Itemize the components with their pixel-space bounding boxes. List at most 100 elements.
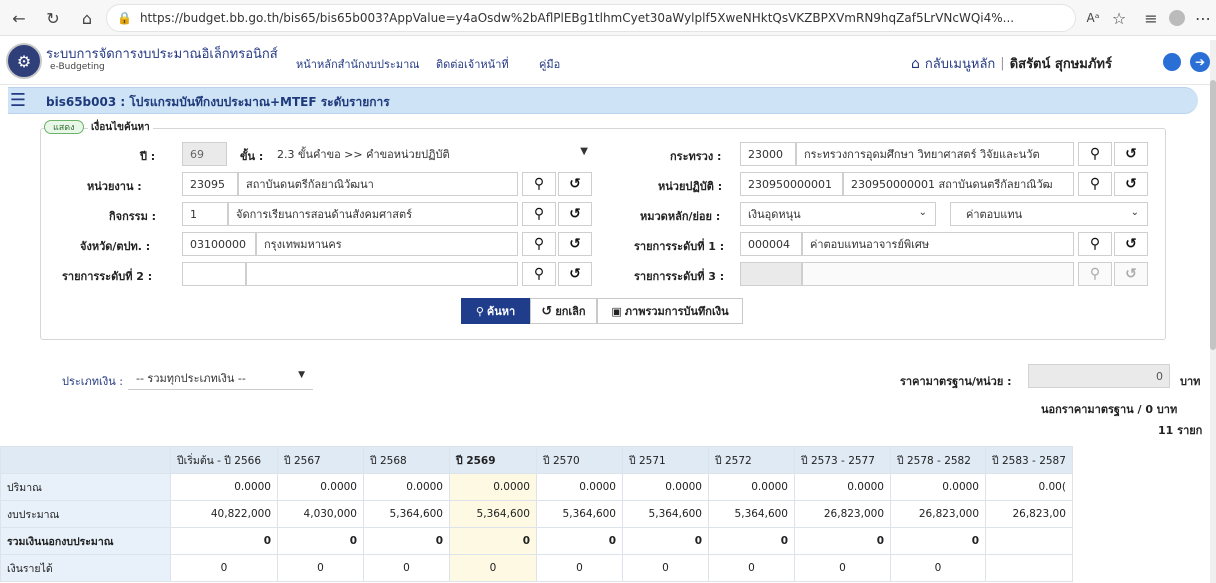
unit-name-field[interactable]: 230950000001 สถาบันดนตรีกัลยาณิวัฒ bbox=[843, 172, 1074, 196]
item3-code-field[interactable] bbox=[740, 262, 802, 286]
table-cell bbox=[985, 554, 1073, 582]
activity-name-field[interactable]: จัดการเรียนการสอนด้านสังคมศาสตร์ bbox=[228, 202, 518, 226]
table-cell: 0.0000 bbox=[536, 473, 623, 501]
agency-reset-icon[interactable]: ↺ bbox=[558, 172, 592, 196]
home-icon[interactable]: ⌂ bbox=[76, 7, 98, 29]
profile-icon[interactable] bbox=[1166, 7, 1188, 29]
table-cell: 5,364,600 bbox=[536, 500, 623, 528]
item1-search-icon[interactable]: ⚲ bbox=[1078, 232, 1112, 256]
table-header: ปีเริ่มต้น - ปี 2566 bbox=[170, 446, 278, 474]
standard-price-field: 0 bbox=[1028, 364, 1170, 388]
year-label: ปี : bbox=[140, 150, 156, 163]
item1-name-field[interactable]: ค่าตอบแทนอาจารย์พิเศษ bbox=[802, 232, 1074, 256]
agency-code-field[interactable]: 23095 bbox=[182, 172, 238, 196]
table-cell: 0 bbox=[363, 527, 450, 555]
ministry-code-field[interactable]: 23000 bbox=[740, 142, 796, 166]
table-cell: 0 bbox=[622, 554, 709, 582]
back-icon[interactable]: ← bbox=[8, 7, 30, 29]
favorite-star-icon[interactable]: ☆ bbox=[1108, 7, 1130, 29]
table-header-row: ปีเริ่มต้น - ปี 2566 ปี 2567 ปี 2568 ปี … bbox=[0, 446, 1073, 474]
table-cell: 0.0000 bbox=[277, 473, 364, 501]
activity-label: กิจกรรม : bbox=[109, 210, 157, 223]
nav-manual[interactable]: คู่มือ bbox=[539, 55, 560, 73]
row-label: ปริมาณ bbox=[0, 473, 171, 501]
item2-reset-icon[interactable]: ↺ bbox=[558, 262, 592, 286]
url-text: https://budget.bb.go.th/bis65/bis65b003?… bbox=[139, 11, 1015, 25]
step-label: ขั้น : bbox=[240, 150, 264, 163]
item3-search-icon[interactable]: ⚲ bbox=[1078, 262, 1112, 286]
item2-name-field[interactable] bbox=[246, 262, 518, 286]
page-title: bis65b003 : โปรแกรมบันทึกงบประมาณ+MTEF ร… bbox=[46, 95, 390, 109]
item1-reset-icon[interactable]: ↺ bbox=[1114, 232, 1148, 256]
activity-reset-icon[interactable]: ↺ bbox=[558, 202, 592, 226]
dropdown-arrow-icon: ▼ bbox=[580, 146, 588, 157]
vertical-scrollbar[interactable] bbox=[1210, 40, 1216, 583]
table-row: รวมเงินนอกงบประมาณ 0 0 0 0 0 0 0 0 0 bbox=[0, 527, 1073, 555]
step-select[interactable]: 2.3 ขั้นคำขอ >> คำขอหน่วยปฏิบัติ ▼ bbox=[270, 142, 596, 166]
agency-name-field[interactable]: สถาบันดนตรีกัลยาณิวัฒนา bbox=[238, 172, 518, 196]
item3-reset-icon[interactable]: ↺ bbox=[1114, 262, 1148, 286]
category-sub-select[interactable]: ค่าตอบแทน ⌄ bbox=[950, 202, 1148, 226]
table-header: ปี 2578 - 2582 bbox=[890, 446, 986, 474]
logout-icon[interactable]: ➔ bbox=[1190, 52, 1210, 72]
item2-search-icon[interactable]: ⚲ bbox=[522, 262, 556, 286]
table-cell: 5,364,600 bbox=[449, 500, 537, 528]
ministry-search-icon[interactable]: ⚲ bbox=[1078, 142, 1112, 166]
item2-code-field[interactable] bbox=[182, 262, 246, 286]
chevron-down-icon: ⌄ bbox=[1130, 207, 1139, 218]
table-cell: 0 bbox=[794, 554, 891, 582]
standard-price-label: ราคามาตรฐาน/หน่วย : bbox=[900, 375, 1012, 388]
unit-reset-icon[interactable]: ↺ bbox=[1114, 172, 1148, 196]
table-cell: 40,822,000 bbox=[170, 500, 278, 528]
table-cell: 0 bbox=[536, 554, 623, 582]
category-main-select[interactable]: เงินอุดหนุน ⌄ bbox=[740, 202, 936, 226]
province-code-field[interactable]: 03100000 bbox=[182, 232, 256, 256]
collections-icon[interactable]: ≡ bbox=[1140, 7, 1162, 29]
activity-search-icon[interactable]: ⚲ bbox=[522, 202, 556, 226]
filter-legend: เงื่อนไขค้นหา bbox=[88, 120, 153, 135]
home-icon: ⌂ bbox=[911, 55, 920, 72]
category-label: หมวดหลัก/ย่อย : bbox=[640, 210, 721, 223]
unit-search-icon[interactable]: ⚲ bbox=[1078, 172, 1112, 196]
read-aloud-icon[interactable]: Aᵃ bbox=[1082, 7, 1104, 29]
table-cell bbox=[985, 527, 1073, 555]
document-icon: ▣ bbox=[611, 304, 622, 318]
item3-label: รายการระดับที่ 3 : bbox=[634, 270, 725, 283]
item1-code-field[interactable]: 000004 bbox=[740, 232, 802, 256]
cancel-button[interactable]: ↺ ยกเลิก bbox=[530, 298, 597, 324]
refresh-icon[interactable]: ↻ bbox=[42, 7, 64, 29]
menu-toggle-icon[interactable]: ☰ bbox=[8, 88, 28, 112]
ministry-reset-icon[interactable]: ↺ bbox=[1114, 142, 1148, 166]
unit-code-field[interactable]: 230950000001 bbox=[740, 172, 843, 196]
nav-contact[interactable]: ติดต่อเจ้าหน้าที่ bbox=[436, 55, 509, 73]
province-name-field[interactable]: กรุงเทพมหานคร bbox=[256, 232, 518, 256]
table-header: ปี 2569 bbox=[449, 446, 537, 474]
overview-button[interactable]: ▣ ภาพรวมการบันทึกเงิน bbox=[597, 298, 743, 324]
item3-name-field[interactable] bbox=[802, 262, 1074, 286]
money-type-select[interactable]: -- รวมทุกประเภทเงิน -- ▼ bbox=[128, 366, 313, 390]
table-cell: 0 bbox=[890, 554, 986, 582]
nav-budget-home[interactable]: หน้าหลักสำนักงบประมาณ bbox=[296, 55, 419, 73]
activity-code-field[interactable]: 1 bbox=[182, 202, 228, 226]
budget-table: ปีเริ่มต้น - ปี 2566 ปี 2567 ปี 2568 ปี … bbox=[0, 446, 1073, 582]
ministry-name-field[interactable]: กระทรวงการอุดมศึกษา วิทยาศาสตร์ วิจัยและ… bbox=[796, 142, 1074, 166]
table-cell: 26,823,00 bbox=[985, 500, 1073, 528]
table-header: ปี 2583 - 2587 bbox=[985, 446, 1073, 474]
search-button[interactable]: ⚲ ค้นหา bbox=[461, 298, 530, 324]
ministry-label: กระทรวง : bbox=[670, 150, 722, 163]
more-icon[interactable]: ⋯ bbox=[1192, 7, 1214, 29]
year-field[interactable]: 69 bbox=[182, 142, 227, 166]
agency-search-icon[interactable]: ⚲ bbox=[522, 172, 556, 196]
province-reset-icon[interactable]: ↺ bbox=[558, 232, 592, 256]
lock-icon: 🔒 bbox=[117, 11, 132, 25]
address-bar[interactable]: 🔒 https://budget.bb.go.th/bis65/bis65b00… bbox=[106, 4, 1076, 32]
table-cell: 5,364,600 bbox=[622, 500, 709, 528]
user-icon[interactable] bbox=[1163, 53, 1181, 71]
table-row: ปริมาณ 0.0000 0.0000 0.0000 0.0000 0.000… bbox=[0, 473, 1073, 501]
show-filter-toggle[interactable]: แสดง bbox=[44, 120, 84, 134]
table-cell: 0 bbox=[622, 527, 709, 555]
table-cell: 0.0000 bbox=[622, 473, 709, 501]
province-search-icon[interactable]: ⚲ bbox=[522, 232, 556, 256]
undo-icon: ↺ bbox=[541, 303, 553, 319]
back-to-menu-link[interactable]: ⌂ กลับเมนูหลัก | ดิสรัตน์ สุกษมภัทร์ bbox=[911, 53, 1112, 74]
